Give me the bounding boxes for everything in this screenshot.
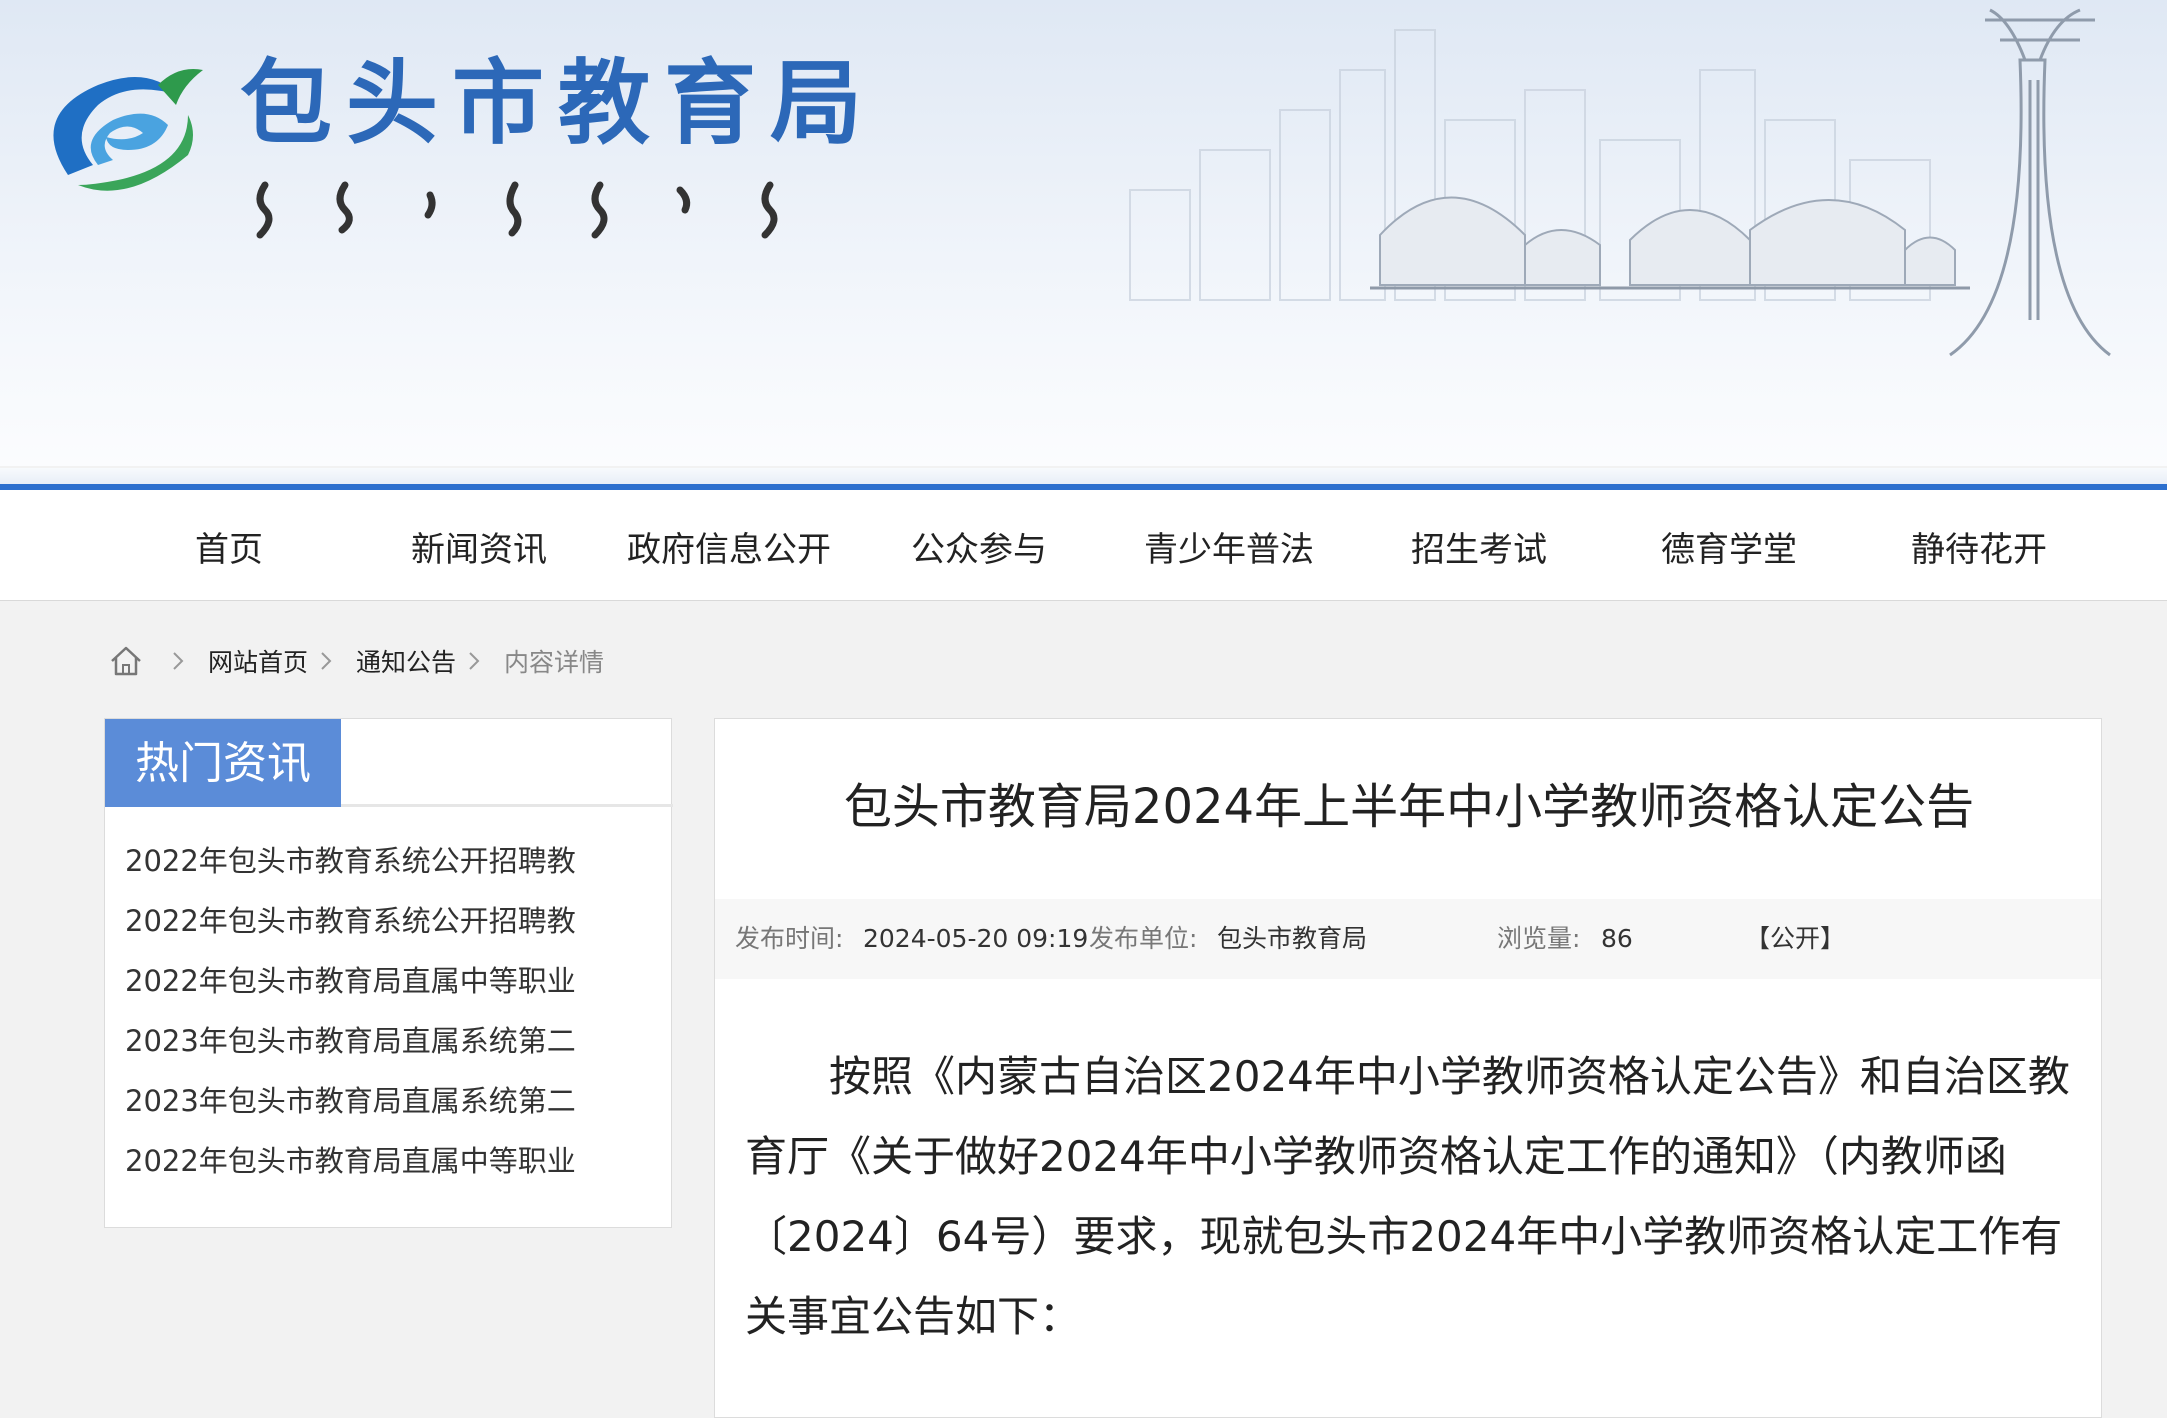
sidebar-header: 热门资讯 [105, 719, 673, 807]
nav-item-public-participation[interactable]: 公众参与 [854, 490, 1104, 600]
chevron-right-icon [469, 652, 480, 670]
article-panel: 包头市教育局2024年上半年中小学教师资格认定公告 发布时间: 2024-05-… [714, 718, 2102, 1418]
publish-time: 2024-05-20 09:19 [863, 924, 1089, 953]
hot-news-item[interactable]: 2023年包头市教育局直属系统第二 [125, 1011, 576, 1071]
nav-item-waiting-flowers[interactable]: 静待花开 [1854, 490, 2104, 600]
site-title: 包头市教育局 [240, 50, 877, 157]
publisher: 包头市教育局 [1217, 924, 1368, 953]
nav-item-news[interactable]: 新闻资讯 [354, 490, 604, 600]
article-title: 包头市教育局2024年上半年中小学教师资格认定公告 [843, 779, 1975, 835]
hot-news-item[interactable]: 2022年包头市教育系统公开招聘教 [125, 831, 576, 891]
nav-item-moral-education[interactable]: 德育学堂 [1604, 490, 1854, 600]
sidebar-title: 热门资讯 [105, 719, 341, 807]
chevron-right-icon [321, 652, 332, 670]
hot-news-item[interactable]: 2022年包头市教育局直属中等职业 [125, 1131, 576, 1191]
hot-news-item[interactable]: 2023年包头市教育局直属系统第二 [125, 1071, 576, 1131]
hot-news-list: 2022年包头市教育系统公开招聘教 2022年包头市教育系统公开招聘教 2022… [125, 831, 576, 1191]
breadcrumb-current: 内容详情 [504, 648, 605, 677]
hot-news-sidebar: 热门资讯 2022年包头市教育系统公开招聘教 2022年包头市教育系统公开招聘教… [104, 718, 673, 1228]
education-bureau-logo-icon [53, 69, 203, 191]
views-label: 浏览量: [1497, 924, 1581, 953]
article-meta-bar: 发布时间: 2024-05-20 09:19 发布单位: 包头市教育局 浏览量:… [715, 899, 2101, 979]
header-banner: 包头市教育局 [0, 0, 2167, 466]
article-body: 按照《内蒙古自治区2024年中小学教师资格认定公告》和自治区教育厅《关于做好20… [745, 1052, 2070, 1341]
home-icon[interactable] [108, 643, 144, 679]
breadcrumb: 网站首页 通知公告 内容详情 [108, 636, 604, 686]
hot-news-item[interactable]: 2022年包头市教育系统公开招聘教 [125, 891, 576, 951]
nav-item-home[interactable]: 首页 [104, 490, 354, 600]
chevron-right-icon [173, 652, 184, 670]
banner-divider [0, 468, 2167, 484]
publisher-label: 发布单位: [1089, 924, 1198, 953]
nav-item-admissions[interactable]: 招生考试 [1354, 490, 1604, 600]
nav-item-youth-law[interactable]: 青少年普法 [1104, 490, 1354, 600]
breadcrumb-home[interactable]: 网站首页 [208, 643, 308, 679]
hot-news-item[interactable]: 2022年包头市教育局直属中等职业 [125, 951, 576, 1011]
main-nav: 首页 新闻资讯 政府信息公开 公众参与 青少年普法 招生考试 德育学堂 静待花开 [0, 490, 2167, 601]
mongolian-script-logo [256, 181, 778, 239]
breadcrumb-notices[interactable]: 通知公告 [356, 643, 456, 679]
view-count: 86 [1601, 924, 1633, 953]
visibility-badge: 【公开】 [1745, 924, 1846, 953]
nav-item-gov-info[interactable]: 政府信息公开 [604, 490, 854, 600]
publish-time-label: 发布时间: [735, 924, 844, 953]
